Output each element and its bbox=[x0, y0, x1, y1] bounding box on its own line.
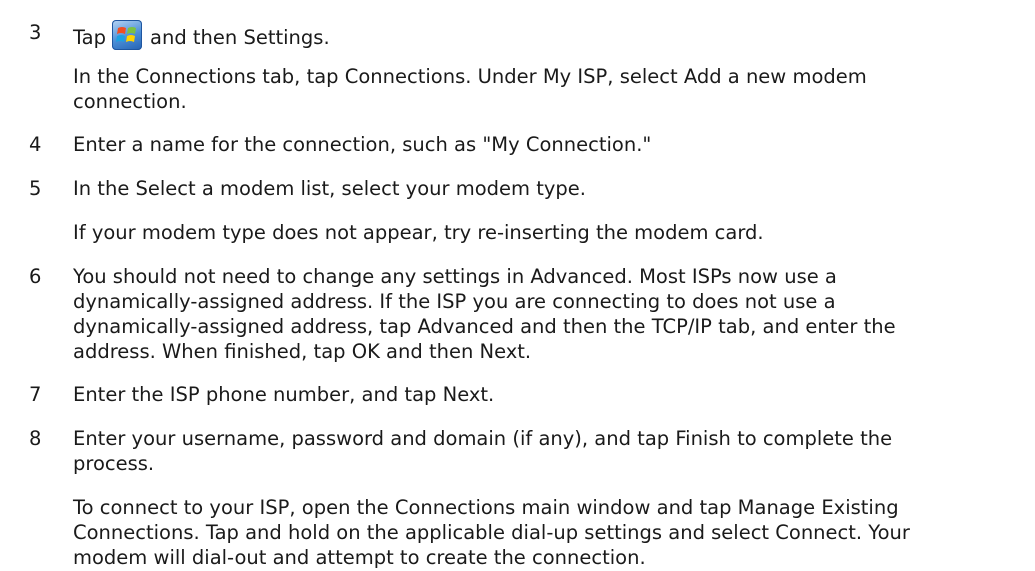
step-text: You should not need to change any settin… bbox=[73, 265, 837, 288]
step-detail: connection. bbox=[73, 90, 187, 113]
step-text: address. When finished, tap OK and then … bbox=[73, 340, 532, 363]
step-text: Tap bbox=[73, 26, 107, 49]
step-number: 4 bbox=[29, 133, 42, 156]
step-detail: If your modem type does not appear, try … bbox=[73, 221, 764, 244]
step-text: In the Select a modem list, select your … bbox=[73, 177, 586, 200]
step-3-line: Tap and then Settings. bbox=[73, 20, 330, 50]
step-detail: Connections. Tap and hold on the applica… bbox=[73, 521, 910, 544]
windows-start-icon bbox=[112, 20, 143, 50]
step-number: 5 bbox=[29, 177, 42, 200]
step-text: dynamically-assigned address, tap Advanc… bbox=[73, 315, 896, 338]
step-text: Enter your username, password and domain… bbox=[73, 427, 893, 450]
step-text: dynamically-assigned address. If the ISP… bbox=[73, 290, 836, 313]
step-text: and then Settings. bbox=[150, 26, 330, 49]
step-text: Enter a name for the connection, such as… bbox=[73, 133, 652, 156]
step-number: 7 bbox=[29, 383, 42, 406]
step-detail: modem will dial-out and attempt to creat… bbox=[73, 546, 646, 569]
step-detail: In the Connections tab, tap Connections.… bbox=[73, 65, 867, 88]
step-number: 6 bbox=[29, 265, 42, 288]
step-number: 3 bbox=[29, 21, 42, 44]
step-text: process. bbox=[73, 452, 155, 475]
step-detail: To connect to your ISP, open the Connect… bbox=[73, 496, 899, 519]
instruction-document: 3 Tap and then Settings. In the Connectio… bbox=[0, 0, 1035, 569]
step-text: Enter the ISP phone number, and tap Next… bbox=[73, 383, 495, 406]
step-number: 8 bbox=[29, 427, 42, 450]
